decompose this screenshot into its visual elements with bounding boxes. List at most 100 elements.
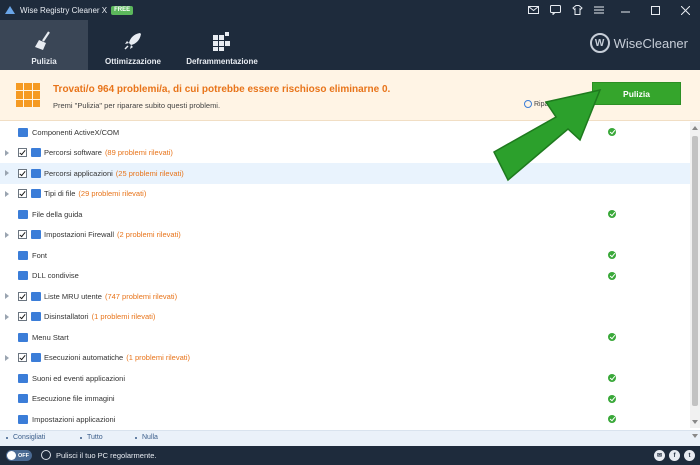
category-icon — [31, 168, 41, 178]
filter-tutto[interactable]: Tutto — [80, 434, 103, 441]
item-checkbox[interactable] — [18, 189, 27, 199]
scan-result-subtitle: Premi "Pulizia" per riparare subito ques… — [53, 101, 221, 110]
ok-check-icon — [608, 271, 616, 280]
list-item-label: Liste MRU utente (747 problemi rilevati) — [44, 292, 177, 301]
list-item[interactable]: Liste MRU utente (747 problemi rilevati) — [0, 286, 690, 307]
scan-result-title: Trovati/o 964 problemi/a, di cui potrebb… — [53, 84, 391, 95]
tab-deframmentazione[interactable]: Deframmentazione — [178, 20, 266, 70]
app-logo-icon — [5, 6, 15, 14]
category-icon — [31, 230, 41, 240]
selection-filter-bar: Consigliati Tutto Nulla — [0, 430, 700, 446]
ok-check-icon — [608, 128, 616, 137]
list-item-label: Percorsi software (89 problemi rilevati) — [44, 148, 173, 157]
list-item-name: Font — [32, 250, 48, 260]
list-item-name: Impostazioni Firewall — [44, 230, 115, 240]
chevron-down-icon[interactable] — [692, 434, 698, 438]
ok-check-icon — [608, 374, 616, 383]
list-item[interactable]: Impostazioni Firewall (2 problemi rilevat… — [0, 225, 690, 246]
tab-ottimizzazione-label: Ottimizzazione — [104, 57, 161, 66]
toggle-knob — [7, 451, 16, 460]
list-item-name: Disinstallatori — [44, 312, 89, 322]
ok-check-icon — [608, 251, 616, 260]
expand-arrow-icon[interactable] — [5, 190, 9, 197]
status-bar: OFF Pulisci il tuo PC regolarmente. ✉ f … — [0, 446, 700, 465]
list-item-label: DLL condivise — [32, 271, 79, 280]
category-icon — [31, 148, 41, 158]
shirt-icon[interactable] — [566, 0, 588, 20]
list-item-label: Suoni ed eventi applicazioni — [32, 374, 125, 383]
list-item-label: Impostazioni Firewall (2 problemi rilevat… — [44, 230, 181, 239]
item-checkbox[interactable] — [18, 312, 27, 322]
ok-check-icon — [608, 415, 616, 424]
category-icon — [18, 209, 28, 219]
list-item-name: Percorsi applicazioni — [44, 168, 113, 178]
list-item-label: File della guida — [32, 210, 82, 219]
scroll-down-icon[interactable] — [692, 420, 698, 424]
item-checkbox[interactable] — [18, 291, 27, 301]
category-icon — [31, 291, 41, 301]
ok-check-icon — [608, 333, 616, 342]
list-item-name: Esecuzione file immagini — [32, 394, 115, 404]
list-item[interactable]: Disinstallatori (1 problemi rilevati) — [0, 307, 690, 328]
item-checkbox[interactable] — [18, 168, 27, 178]
status-message: Pulisci il tuo PC regolarmente. — [56, 451, 157, 460]
category-icon — [18, 332, 28, 342]
tab-ottimizzazione[interactable]: Ottimizzazione — [88, 20, 178, 70]
menu-icon[interactable] — [588, 0, 610, 20]
item-checkbox[interactable] — [18, 353, 27, 363]
list-item-name: Suoni ed eventi applicazioni — [32, 373, 125, 383]
main-toolbar: Pulizia Ottimizzazione Deframmentazione … — [0, 20, 700, 70]
chat-icon[interactable] — [544, 0, 566, 20]
list-item[interactable]: File della guida — [0, 204, 690, 225]
list-item-label: Esecuzioni automatiche (1 problemi rileva… — [44, 353, 190, 362]
scroll-up-icon[interactable] — [692, 126, 698, 130]
list-item[interactable]: Esecuzione file immagini — [0, 389, 690, 410]
filter-nulla[interactable]: Nulla — [135, 434, 158, 441]
list-item[interactable]: Suoni ed eventi applicazioni — [0, 368, 690, 389]
close-icon[interactable] — [670, 0, 700, 20]
app-title: Wise Registry Cleaner X — [20, 5, 108, 15]
list-item-name: Esecuzioni automatiche — [44, 353, 124, 363]
wisecleaner-logo-icon: W — [589, 33, 610, 53]
maximize-icon[interactable] — [640, 0, 670, 20]
mail-icon[interactable] — [522, 0, 544, 20]
filter-consigliati[interactable]: Consigliati — [6, 434, 45, 441]
category-icon — [18, 394, 28, 404]
list-item[interactable]: Impostazioni applicazioni — [0, 409, 690, 428]
twitter-icon[interactable]: t — [684, 450, 695, 461]
item-checkbox[interactable] — [18, 230, 27, 240]
minimize-icon[interactable] — [610, 0, 640, 20]
toggle-label: OFF — [18, 452, 29, 459]
list-item-name: Liste MRU utente — [44, 291, 102, 301]
tab-pulizia[interactable]: Pulizia — [0, 20, 88, 70]
scheduled-clean-toggle[interactable]: OFF — [6, 450, 32, 461]
list-item[interactable]: Esecuzioni automatiche (1 problemi rileva… — [0, 348, 690, 369]
category-icon — [31, 312, 41, 322]
window-controls — [522, 0, 700, 20]
scroll-thumb[interactable] — [692, 136, 698, 406]
free-badge: FREE — [111, 5, 134, 15]
list-item-label: Componenti ActiveX/COM — [32, 128, 119, 137]
expand-arrow-icon[interactable] — [5, 293, 9, 300]
brand-name: WiseCleaner — [613, 35, 688, 51]
mail-icon[interactable]: ✉ — [654, 450, 665, 461]
pointer-arrow-icon — [493, 88, 602, 182]
list-item[interactable]: Font — [0, 245, 690, 266]
category-icon — [31, 189, 41, 199]
expand-arrow-icon[interactable] — [5, 170, 9, 177]
expand-arrow-icon[interactable] — [5, 354, 9, 361]
expand-arrow-icon[interactable] — [5, 231, 9, 238]
category-icon — [18, 250, 28, 260]
list-item[interactable]: Menu Start — [0, 327, 690, 348]
ok-check-icon — [608, 210, 616, 219]
item-checkbox[interactable] — [18, 148, 27, 158]
category-icon — [18, 373, 28, 383]
list-item[interactable]: DLL condivise — [0, 266, 690, 287]
category-icon — [18, 271, 28, 281]
list-scrollbar[interactable] — [690, 122, 700, 428]
expand-arrow-icon[interactable] — [5, 149, 9, 156]
expand-arrow-icon[interactable] — [5, 313, 9, 320]
facebook-icon[interactable]: f — [669, 450, 680, 461]
broom-icon — [35, 31, 50, 50]
tab-deframmentazione-label: Deframmentazione — [186, 57, 258, 66]
